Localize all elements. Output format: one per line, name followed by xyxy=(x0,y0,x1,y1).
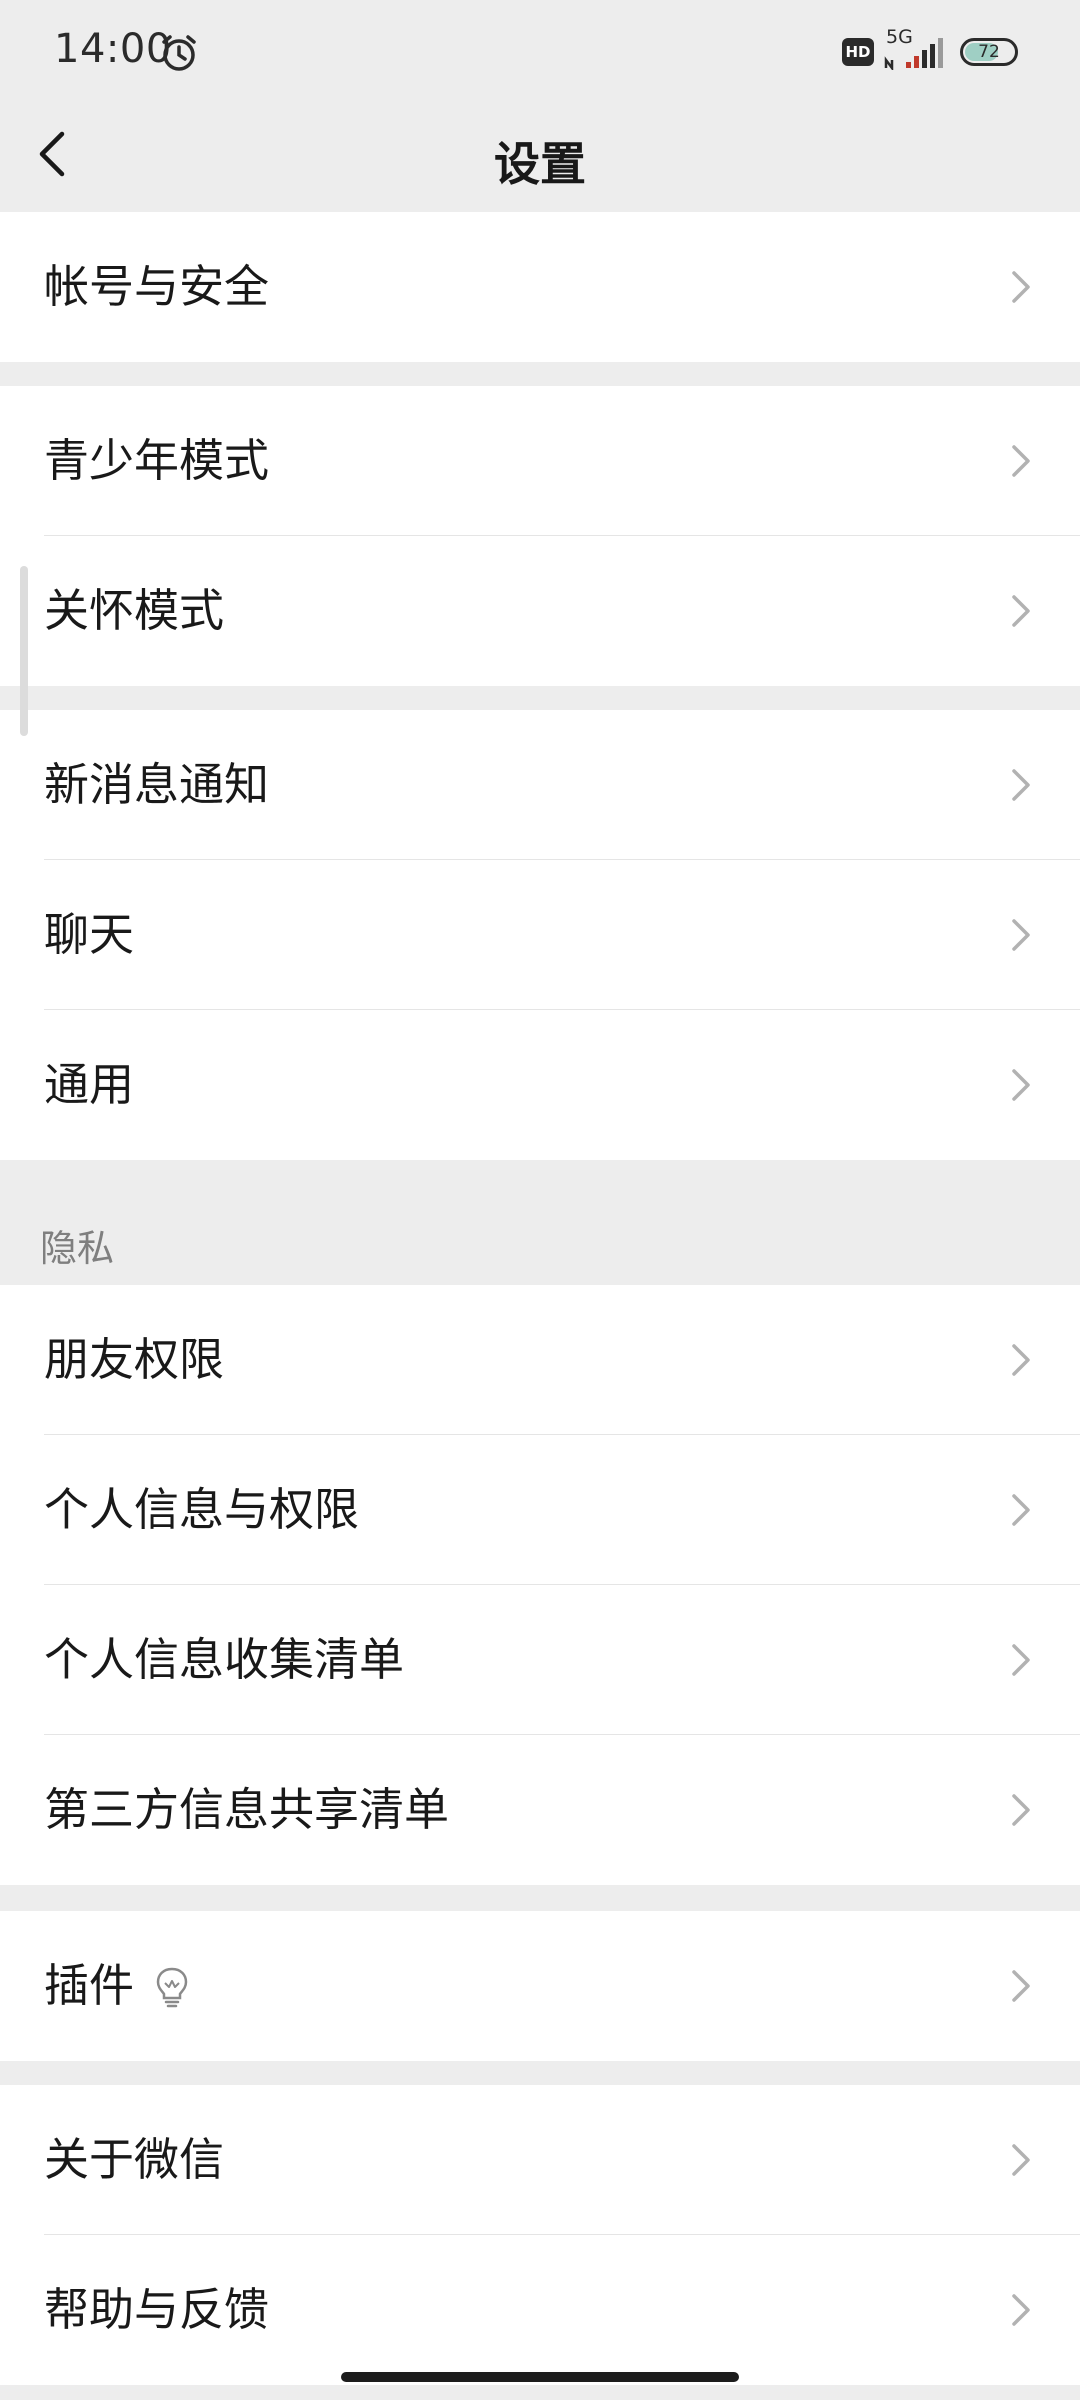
battery-icon: 72 xyxy=(960,38,1018,66)
settings-row-label: 第三方信息共享清单 xyxy=(44,1783,450,1836)
hd-badge: HD xyxy=(842,38,874,66)
network-type: 5G xyxy=(886,26,913,48)
settings-row-plugins[interactable]: 插件 xyxy=(0,1911,1080,2061)
chevron-right-icon xyxy=(1012,595,1030,627)
settings-row-label: 朋友权限 xyxy=(44,1333,225,1386)
page-title: 设置 xyxy=(494,137,586,191)
settings-row-account-security[interactable]: 帐号与安全 xyxy=(0,212,1080,362)
chevron-right-icon xyxy=(1012,919,1030,951)
settings-row-help-feedback[interactable]: 帮助与反馈 xyxy=(0,2235,1080,2385)
settings-row-about-wechat[interactable]: 关于微信 xyxy=(0,2085,1080,2235)
settings-row-personal-info-permissions[interactable]: 个人信息与权限 xyxy=(0,1435,1080,1585)
settings-row-personal-info-collection-list[interactable]: 个人信息收集清单 xyxy=(0,1585,1080,1735)
settings-row-label: 个人信息与权限 xyxy=(44,1483,360,1536)
chevron-right-icon xyxy=(1012,2294,1030,2326)
settings-row-label: 通用 xyxy=(44,1058,135,1111)
settings-row-friend-permissions[interactable]: 朋友权限 xyxy=(0,1285,1080,1435)
settings-row-third-party-sharing-list[interactable]: 第三方信息共享清单 xyxy=(0,1735,1080,1885)
lightbulb-icon xyxy=(156,1967,188,2008)
settings-row-label: 个人信息收集清单 xyxy=(44,1633,405,1686)
chevron-right-icon xyxy=(1012,1069,1030,1101)
settings-row-label: 聊天 xyxy=(44,908,135,961)
navigation-bar: 设置 xyxy=(0,100,1080,210)
chevron-right-icon xyxy=(1012,1794,1030,1826)
scroll-indicator[interactable] xyxy=(20,566,28,736)
battery-percentage: 72 xyxy=(978,42,1000,62)
settings-group-plugins: 插件 xyxy=(0,1911,1080,2061)
chevron-right-icon xyxy=(1012,1644,1030,1676)
settings-row-label: 关于微信 xyxy=(44,2133,225,2186)
settings-row-teen-mode[interactable]: 青少年模式 xyxy=(0,386,1080,536)
settings-row-label: 插件 xyxy=(44,1959,135,2012)
settings-row-care-mode[interactable]: 关怀模式 xyxy=(0,536,1080,686)
chevron-right-icon xyxy=(1012,1970,1030,2002)
settings-group-about: 关于微信 帮助与反馈 xyxy=(0,2085,1080,2385)
settings-group-privacy: 朋友权限 个人信息与权限 个人信息收集清单 第三方信息共享清单 xyxy=(0,1285,1080,1885)
chevron-right-icon xyxy=(1012,1344,1030,1376)
settings-row-label: 帮助与反馈 xyxy=(44,2283,270,2336)
alarm-clock-icon xyxy=(162,35,196,71)
settings-row-label: 关怀模式 xyxy=(44,584,225,637)
chevron-right-icon xyxy=(1012,445,1030,477)
status-time: 14:00 xyxy=(54,26,172,72)
settings-row-label: 新消息通知 xyxy=(44,758,270,811)
settings-row-general[interactable]: 通用 xyxy=(0,1010,1080,1160)
settings-row-label: 青少年模式 xyxy=(44,434,270,487)
settings-row-message-notifications[interactable]: 新消息通知 xyxy=(0,710,1080,860)
chevron-right-icon xyxy=(1012,2144,1030,2176)
chevron-right-icon xyxy=(1012,271,1030,303)
settings-group-account: 帐号与安全 xyxy=(0,212,1080,362)
chevron-right-icon xyxy=(1012,1494,1030,1526)
settings-row-label: 帐号与安全 xyxy=(44,260,270,313)
settings-row-chat[interactable]: 聊天 xyxy=(0,860,1080,1010)
settings-group-general: 新消息通知 聊天 通用 xyxy=(0,710,1080,1160)
chevron-right-icon xyxy=(1012,769,1030,801)
section-header-privacy: 隐私 xyxy=(40,1227,114,1270)
settings-group-modes: 青少年模式 关怀模式 xyxy=(0,386,1080,686)
home-indicator[interactable] xyxy=(341,2372,739,2382)
status-bar: 14:00 HD 5G 72 xyxy=(0,0,1080,100)
